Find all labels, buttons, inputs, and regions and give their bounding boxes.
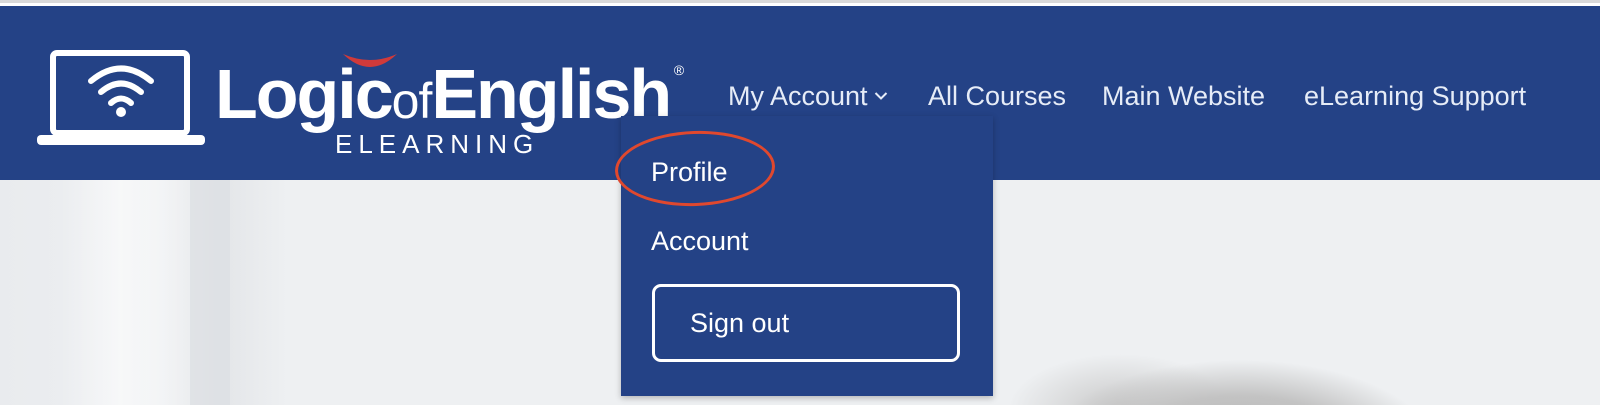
- chevron-down-icon: [874, 92, 887, 100]
- logo-word-logic: Logic: [215, 55, 394, 133]
- nav-item-elearning-support[interactable]: eLearning Support: [1304, 78, 1526, 114]
- main-nav: My Account All Courses Main Website eLea…: [728, 78, 1526, 114]
- logo-wordmark: LogicofEnglish ®: [215, 54, 684, 134]
- nav-item-label: My Account: [728, 81, 868, 111]
- nav-item-my-account[interactable]: My Account: [728, 78, 888, 114]
- hero-blur-column: [190, 180, 230, 405]
- logo-word-of: of: [391, 73, 433, 129]
- nav-item-main-website[interactable]: Main Website: [1102, 78, 1265, 114]
- sign-out-label: Sign out: [690, 307, 790, 338]
- menu-item-account[interactable]: Account: [651, 224, 749, 258]
- nav-item-all-courses[interactable]: All Courses: [928, 78, 1066, 114]
- logo-registered-mark: ®: [673, 62, 685, 78]
- laptop-wifi-icon: [35, 48, 207, 148]
- site-logo[interactable]: LogicofEnglish ® ELEARNING: [35, 48, 684, 160]
- sign-out-button[interactable]: Sign out: [652, 284, 960, 362]
- logo-subtitle: ELEARNING: [335, 129, 540, 159]
- page: LogicofEnglish ® ELEARNING My Account Al…: [0, 0, 1600, 405]
- hero-blur-left: [60, 180, 210, 405]
